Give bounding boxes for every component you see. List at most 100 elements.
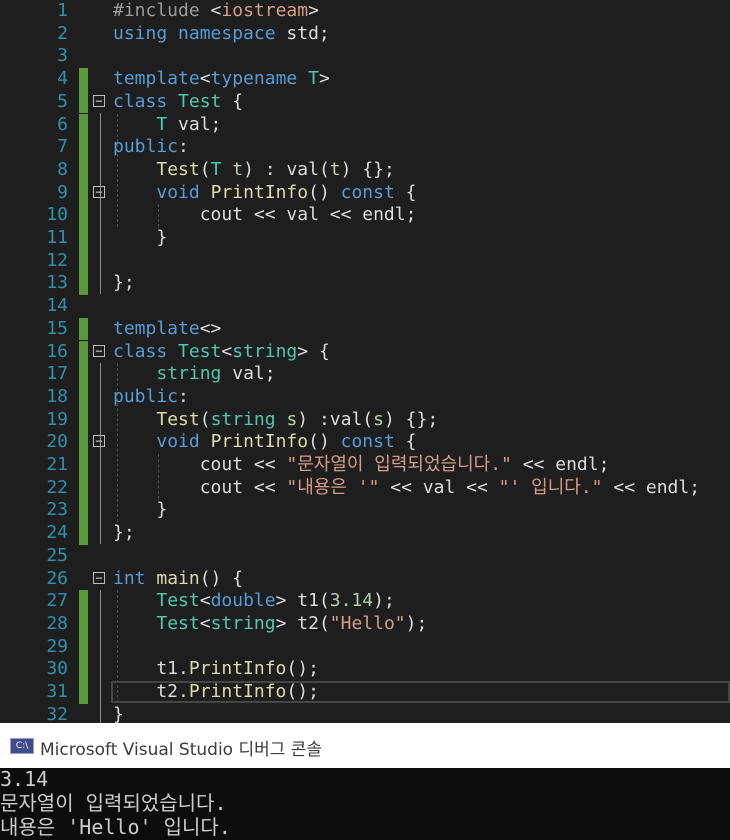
code-token: "문자열이 입력되었습니다." [286,454,512,475]
line-number: 14 [46,295,68,317]
console-output-area[interactable]: 3.14 문자열이 입력되었습니다. 내용은 'Hello' 입니다. [0,767,730,840]
code-line[interactable]: 21 cout << "문자열이 입력되었습니다." << endl; [0,454,730,477]
code-token: { [221,90,244,112]
code-line[interactable]: 26 − int main() { [0,568,730,591]
line-number: 25 [46,544,68,566]
change-indicator [79,476,88,500]
code-token: string [210,408,276,430]
code-line[interactable]: 10 cout << val << endl; [0,204,730,227]
code-line[interactable]: 11 } [0,227,730,250]
console-output-line: 문자열이 입력되었습니다. [0,791,227,815]
change-indicator [79,317,88,341]
code-text: void PrintInfo() const { [113,181,416,205]
code-token: () [308,181,341,203]
code-line[interactable]: 23 } [0,499,730,523]
code-token: ( [199,408,211,430]
change-indicator [79,249,88,273]
line-number: 19 [46,408,68,430]
code-token: } [113,499,168,521]
line-number: 15 [46,317,68,339]
code-text: class Test<string> { [113,341,330,364]
line-number: 32 [46,703,68,723]
code-line[interactable]: 6 T val; [0,113,730,137]
code-token: "Hello" [329,612,406,634]
code-line[interactable]: 9 − void PrintInfo() const { [0,181,730,205]
code-line[interactable]: 31 t2.PrintInfo(); [0,681,730,704]
line-number: 20 [46,431,68,453]
code-line[interactable]: 3 [0,45,730,68]
code-token: Test [156,612,200,634]
code-token: t [232,158,244,180]
change-indicator [79,431,88,454]
code-line[interactable]: 25 [0,545,730,568]
change-indicator [79,68,88,91]
code-text: #include <iostream> [113,0,319,23]
code-line[interactable]: 4 template<typename T> [0,68,730,91]
code-line[interactable]: 32} [0,704,730,723]
code-line[interactable]: 14 [0,295,730,318]
code-line[interactable]: 27 Test<double> t1(3.14); [0,590,730,613]
console-output-line: 3.14 [0,767,49,791]
change-indicator [79,385,88,409]
change-indicator [79,227,88,250]
code-line[interactable]: 17 string val; [0,363,730,386]
console-window-title: Microsoft Visual Studio 디버그 콘솔 [40,740,323,760]
line-number: 29 [46,635,68,657]
code-line[interactable]: 2 using namespace std; [0,23,730,46]
code-token: << endl; [602,476,701,498]
code-token: ) :val( [297,408,374,430]
collapse-toggle-icon[interactable]: − [93,185,105,198]
code-line[interactable]: 13}; [0,272,730,296]
code-text: cout << "문자열이 입력되었습니다." << endl; [113,454,610,477]
code-token: < [199,68,211,90]
code-line[interactable]: 15 template<> [0,317,730,341]
code-token: < [221,340,233,362]
code-token: std; [275,22,330,44]
code-token: ) : val( [243,158,330,180]
change-indicator [79,658,88,681]
code-line[interactable]: 12 [0,249,730,273]
code-line[interactable]: 28 Test<string> t2("Hello"); [0,612,730,636]
code-line[interactable]: 20 − void PrintInfo() const { [0,431,730,454]
code-token: > { [297,340,330,362]
line-number: 7 [57,136,68,158]
change-indicator [79,499,88,523]
code-token: ) {}; [383,408,439,430]
code-line[interactable]: 16 − class Test<string> { [0,340,730,364]
code-line[interactable]: 8 Test(T t) : val(t) {}; [0,158,730,182]
code-line[interactable]: 30 t1.PrintInfo(); [0,658,730,681]
line-number: 31 [46,681,68,702]
code-line[interactable]: 24}; [0,522,730,545]
line-number: 18 [46,385,68,407]
code-line[interactable]: 5 − class Test { [0,90,730,114]
collapse-toggle-icon[interactable]: − [93,344,105,357]
collapse-toggle-icon[interactable]: − [93,435,105,448]
code-line[interactable]: 7 public: [0,136,730,159]
code-line[interactable]: 1 #include <iostream> [0,0,730,23]
code-token: (); [286,658,319,680]
code-line[interactable]: 19 Test(string s) :val(s) {}; [0,408,730,432]
code-token: public [113,385,179,407]
code-line[interactable]: 18 public: [0,385,730,409]
code-token: ); [405,612,428,634]
code-text: string val; [113,363,275,386]
line-number: 2 [57,22,68,44]
code-text: t2.PrintInfo(); [113,681,319,704]
code-token: > t2( [275,612,330,634]
code-token: ) {}; [340,158,395,180]
collapse-toggle-icon[interactable]: − [93,94,105,107]
code-editor[interactable]: 1 #include <iostream> 2 using namespace std… [0,0,730,723]
line-number: 5 [57,90,68,112]
code-line[interactable]: 22 cout << "내용은 '" << val << "' 입니다." <<… [0,476,730,500]
code-token: > [318,68,330,90]
code-token: s [373,408,384,430]
code-token: }; [113,522,135,544]
code-text: Test<double> t1(3.14); [113,590,394,613]
collapse-toggle-icon[interactable]: − [93,571,105,584]
code-token: void [156,431,200,453]
code-line[interactable]: 29 [0,635,730,659]
code-token: cout << [113,476,287,498]
